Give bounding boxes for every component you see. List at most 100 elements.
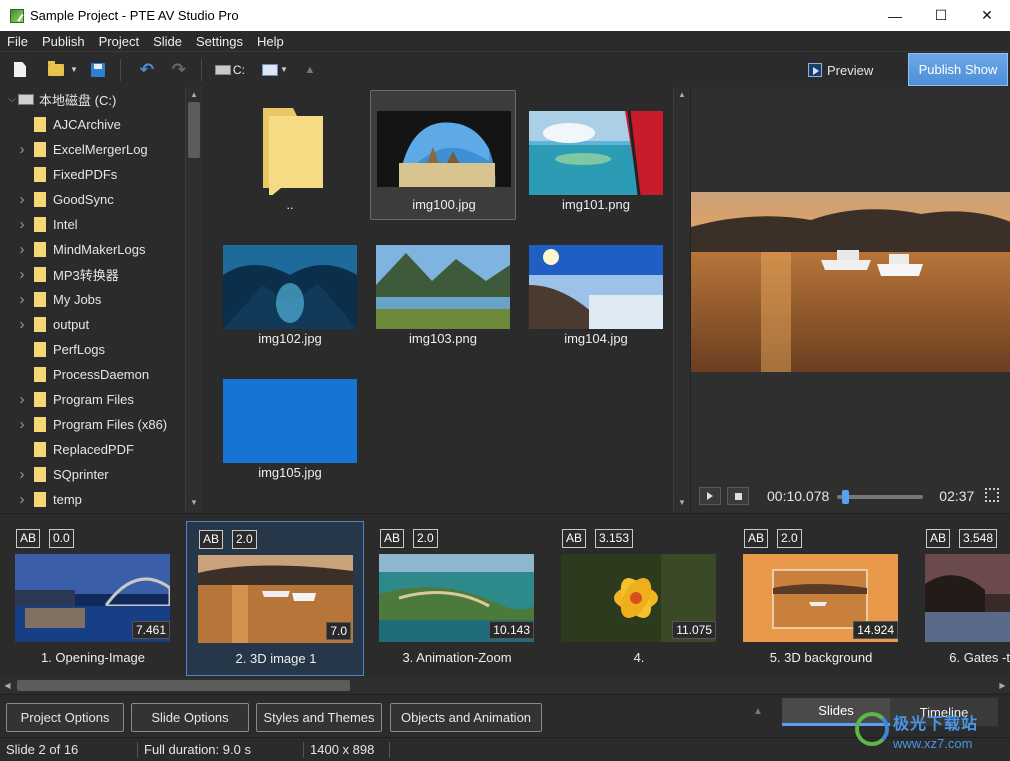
expand-arrow-icon[interactable]: ›: [16, 266, 28, 283]
preview-button[interactable]: Preview: [808, 58, 873, 82]
file-item[interactable]: img105.jpg: [217, 359, 363, 489]
slide-list-scrollbar[interactable]: ◀ ▶: [0, 678, 1010, 693]
folder-tree: ⌵ 本地磁盘 (C:) AJCArchive › ExcelMergerLog Fix…: [0, 87, 202, 512]
play-button[interactable]: [699, 487, 721, 505]
tree-item-label: temp: [53, 492, 82, 507]
tree-item[interactable]: PerfLogs: [0, 337, 185, 362]
tree-item[interactable]: › Program Files: [0, 387, 185, 412]
minimize-button[interactable]: —: [872, 0, 918, 31]
slide-list-scroll-thumb[interactable]: [17, 680, 350, 691]
expand-arrow-icon[interactable]: ▲: [753, 706, 763, 717]
file-name: img104.jpg: [564, 331, 628, 346]
styles-themes-button[interactable]: Styles and Themes: [256, 703, 382, 732]
file-item-parent-folder[interactable]: ..: [217, 91, 363, 221]
fullscreen-icon[interactable]: [985, 488, 999, 502]
slide-item[interactable]: AB 0.0 7.461 1. Opening-Image: [4, 521, 182, 676]
slide-options-button[interactable]: Slide Options: [131, 703, 249, 732]
app-icon: [10, 8, 24, 23]
expand-arrow-icon[interactable]: ›: [16, 141, 28, 158]
tree-item[interactable]: › output: [0, 312, 185, 337]
scroll-up-icon[interactable]: ▲: [186, 90, 202, 99]
menu-publish[interactable]: Publish: [35, 34, 92, 49]
file-name: ..: [286, 197, 294, 212]
tree-item-label: ProcessDaemon: [53, 367, 150, 382]
tree-item[interactable]: › Program Files (x86): [0, 412, 185, 437]
save-button[interactable]: [86, 58, 110, 82]
tree-item-label: Program Files: [53, 392, 134, 407]
menu-file[interactable]: File: [0, 34, 35, 49]
tree-scroll-thumb[interactable]: [188, 102, 200, 158]
tree-item[interactable]: › MP3转换器: [0, 262, 185, 287]
tree-item[interactable]: › GoodSync: [0, 187, 185, 212]
slide-item[interactable]: AB 2.0 7.0 2. 3D image 1: [186, 521, 364, 676]
undo-button[interactable]: ↶: [135, 58, 159, 82]
tree-item[interactable]: › Intel: [0, 212, 185, 237]
ab-badge: AB: [744, 529, 769, 548]
collapse-icon[interactable]: ⌵: [6, 94, 18, 105]
expand-arrow-icon[interactable]: ›: [16, 416, 28, 433]
slide-item[interactable]: AB 3.548 6. Gates -t: [914, 521, 1010, 676]
redo-button[interactable]: ↷: [167, 58, 191, 82]
files-scrollbar[interactable]: ▲ ▼: [673, 87, 690, 512]
expand-arrow-icon[interactable]: ›: [16, 191, 28, 208]
publish-show-button[interactable]: Publish Show: [908, 53, 1008, 86]
tree-scrollbar[interactable]: ▲ ▼: [185, 87, 202, 512]
tree-item[interactable]: › SQprinter: [0, 462, 185, 487]
menu-project[interactable]: Project: [92, 34, 146, 49]
slide-item[interactable]: AB 2.0 14.924 5. 3D background: [732, 521, 910, 676]
watermark-logo-icon: [855, 712, 889, 746]
expand-arrow-icon[interactable]: ›: [16, 316, 28, 333]
file-item[interactable]: img100.jpg: [370, 90, 516, 220]
menu-help[interactable]: Help: [250, 34, 291, 49]
file-item[interactable]: img103.png: [370, 225, 516, 355]
expand-arrow-icon[interactable]: ›: [16, 216, 28, 233]
new-file-icon: [14, 62, 26, 77]
drive-selector[interactable]: C:: [212, 58, 248, 82]
open-dropdown-icon[interactable]: ▼: [70, 65, 78, 74]
tree-item[interactable]: FixedPDFs: [0, 162, 185, 187]
tree-root[interactable]: ⌵ 本地磁盘 (C:): [0, 87, 185, 112]
folder-up-button[interactable]: ▲: [298, 58, 322, 82]
transition-badge: 3.548: [959, 529, 998, 548]
close-button[interactable]: ✕: [964, 0, 1010, 31]
expand-arrow-icon[interactable]: ›: [16, 466, 28, 483]
tree-item[interactable]: ProcessDaemon: [0, 362, 185, 387]
seek-slider[interactable]: [837, 490, 923, 504]
expand-arrow-icon[interactable]: ›: [16, 391, 28, 408]
maximize-button[interactable]: ☐: [918, 0, 964, 31]
open-project-button[interactable]: [44, 58, 68, 82]
file-item[interactable]: img104.jpg: [523, 225, 669, 355]
expand-arrow-icon[interactable]: ›: [16, 291, 28, 308]
scroll-down-icon[interactable]: ▼: [186, 498, 202, 507]
slide-item[interactable]: AB 3.153 11.075 4.: [550, 521, 728, 676]
scroll-down-icon[interactable]: ▼: [674, 498, 690, 507]
seek-handle[interactable]: [842, 490, 849, 504]
folder-icon: [34, 142, 46, 157]
tree-item[interactable]: ReplacedPDF: [0, 437, 185, 462]
tree-item[interactable]: › My Jobs: [0, 287, 185, 312]
stop-button[interactable]: [727, 487, 749, 505]
tree-item[interactable]: › MindMakerLogs: [0, 237, 185, 262]
view-mode-button[interactable]: ▼: [260, 58, 290, 82]
up-arrow-icon: ▲: [304, 63, 316, 76]
tree-item[interactable]: AJCArchive: [0, 112, 185, 137]
new-project-button[interactable]: [8, 58, 32, 82]
file-item[interactable]: img102.jpg: [217, 225, 363, 355]
objects-animation-button[interactable]: Objects and Animation: [390, 703, 542, 732]
expand-arrow-icon[interactable]: ›: [16, 241, 28, 258]
menu-slide[interactable]: Slide: [146, 34, 189, 49]
folder-icon: [34, 467, 46, 482]
project-options-button[interactable]: Project Options: [6, 703, 124, 732]
folder-icon: [34, 267, 46, 282]
file-item[interactable]: img101.png: [523, 91, 669, 221]
expand-arrow-icon[interactable]: ›: [16, 491, 28, 508]
menu-settings[interactable]: Settings: [189, 34, 250, 49]
tree-item[interactable]: › ExcelMergerLog: [0, 137, 185, 162]
scroll-up-icon[interactable]: ▲: [674, 90, 690, 99]
tree-item-label: PerfLogs: [53, 342, 106, 357]
toolbar-divider: [119, 58, 121, 81]
scroll-left-icon[interactable]: ◀: [0, 678, 15, 693]
slide-item[interactable]: AB 2.0 10.143 3. Animation-Zoom: [368, 521, 546, 676]
scroll-right-icon[interactable]: ▶: [995, 678, 1010, 693]
tree-item[interactable]: › temp: [0, 487, 185, 512]
